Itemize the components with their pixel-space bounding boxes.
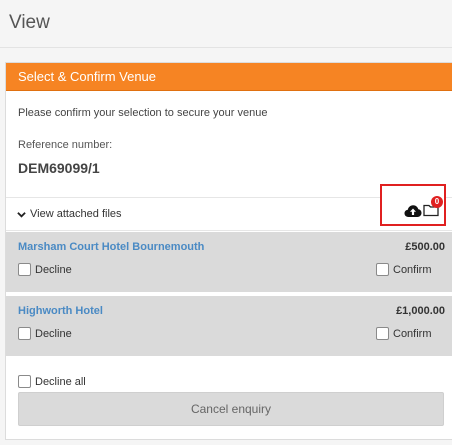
intro-text: Please confirm your selection to secure … — [18, 107, 268, 119]
decline-all-label: Decline all — [35, 375, 86, 388]
view-attached-files-label: View attached files — [30, 208, 122, 220]
decline-all-checkbox[interactable]: Decline all — [18, 375, 86, 388]
decline-label: Decline — [35, 263, 72, 276]
confirm-checkbox[interactable]: Confirm — [376, 263, 432, 276]
chevron-down-icon — [17, 211, 26, 218]
checkbox-box[interactable] — [18, 327, 31, 340]
venue-row: Marsham Court Hotel Bournemouth £500.00 … — [6, 232, 452, 292]
reference-label: Reference number: — [18, 139, 113, 151]
cancel-enquiry-button[interactable]: Cancel enquiry — [18, 392, 444, 426]
checkbox-box[interactable] — [18, 375, 31, 388]
panel-header: Select & Confirm Venue — [6, 63, 452, 91]
checkbox-box[interactable] — [376, 327, 389, 340]
venue-row: Highworth Hotel £1,000.00 Decline Confir… — [6, 296, 452, 356]
file-count-badge: 0 — [431, 196, 443, 208]
venue-name-link[interactable]: Highworth Hotel — [18, 305, 103, 317]
decline-label: Decline — [35, 327, 72, 340]
reference-number: DEM69099/1 — [18, 160, 100, 176]
view-attached-files-toggle[interactable]: View attached files — [17, 208, 122, 220]
decline-checkbox[interactable]: Decline — [18, 263, 72, 276]
venue-price: £500.00 — [405, 241, 445, 253]
confirm-label: Confirm — [393, 327, 432, 340]
attached-files-row: View attached files 0 — [6, 184, 452, 231]
page-title: View — [9, 12, 50, 33]
decline-checkbox[interactable]: Decline — [18, 327, 72, 340]
venue-name-link[interactable]: Marsham Court Hotel Bournemouth — [18, 241, 204, 253]
header-divider — [0, 47, 452, 48]
checkbox-box[interactable] — [376, 263, 389, 276]
checkbox-box[interactable] — [18, 263, 31, 276]
file-actions-highlight: 0 — [380, 184, 446, 226]
confirm-label: Confirm — [393, 263, 432, 276]
cloud-upload-icon[interactable] — [404, 204, 422, 218]
venue-price: £1,000.00 — [396, 305, 445, 317]
confirm-checkbox[interactable]: Confirm — [376, 327, 432, 340]
select-venue-panel: Select & Confirm Venue Please confirm yo… — [5, 62, 452, 440]
